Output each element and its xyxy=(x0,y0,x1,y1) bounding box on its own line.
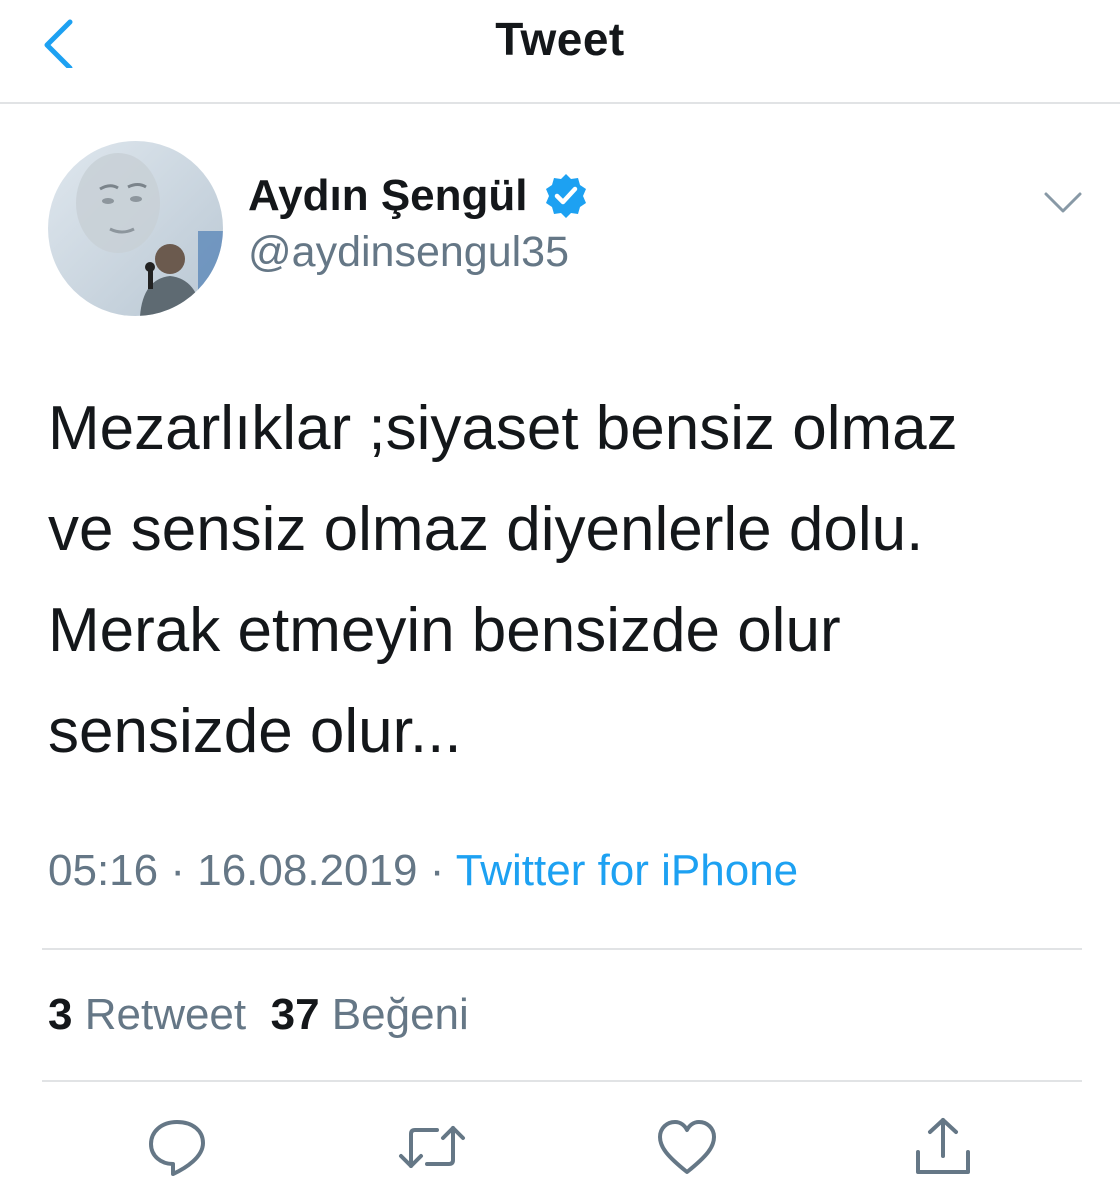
avatar[interactable] xyxy=(48,141,223,316)
like-label: Beğeni xyxy=(331,990,469,1039)
retweet-count: 3 xyxy=(48,990,73,1039)
share-icon xyxy=(916,1118,970,1174)
divider xyxy=(42,948,1082,950)
tweet-source-link[interactable]: Twitter for iPhone xyxy=(456,846,798,895)
like-button[interactable] xyxy=(652,1112,722,1182)
tweet-text-line: Mezarlıklar ;siyaset bensiz olmaz xyxy=(48,394,958,463)
verified-badge-icon xyxy=(545,174,586,218)
tweet-text-line: ve sensiz olmaz diyenlerle dolu. xyxy=(48,495,924,564)
author-name: Aydın Şengül xyxy=(248,171,528,220)
tweet-metadata: 05:16 · 16.08.2019 · Twitter for iPhone xyxy=(48,846,798,896)
meta-separator: · xyxy=(429,846,445,895)
page-title: Tweet xyxy=(495,13,625,65)
tweet-text-line: Merak etmeyin bensizde olur xyxy=(48,596,841,665)
top-bar: Tweet xyxy=(0,0,1120,104)
chevron-down-icon xyxy=(1044,192,1082,213)
divider xyxy=(42,1080,1082,1082)
retweet-icon xyxy=(399,1126,465,1168)
avatar-image xyxy=(48,141,223,316)
retweet-button[interactable] xyxy=(397,1112,467,1182)
more-options-button[interactable] xyxy=(1040,185,1086,219)
tweet-text: Mezarlıklar ;siyaset bensiz olmaz ve sen… xyxy=(48,378,1088,782)
tweet-date: 16.08.2019 xyxy=(197,846,418,895)
share-button[interactable] xyxy=(908,1112,978,1182)
tweet-stats: 3 Retweet 37 Beğeni xyxy=(48,990,469,1040)
reply-icon xyxy=(149,1120,205,1176)
author-name-row[interactable]: Aydın Şengül xyxy=(248,166,590,226)
retweet-label: Retweet xyxy=(84,990,247,1039)
tweet-time: 05:16 xyxy=(48,846,159,895)
meta-separator: · xyxy=(170,846,185,895)
like-stat[interactable]: 37 Beğeni xyxy=(271,990,469,1039)
like-count: 37 xyxy=(270,990,320,1039)
author-handle[interactable]: @aydinsengul35 xyxy=(248,228,569,277)
retweet-stat[interactable]: 3 Retweet xyxy=(48,990,246,1039)
heart-icon xyxy=(658,1120,716,1174)
reply-button[interactable] xyxy=(142,1112,212,1182)
tweet-text-line: sensizde olur... xyxy=(48,697,462,766)
